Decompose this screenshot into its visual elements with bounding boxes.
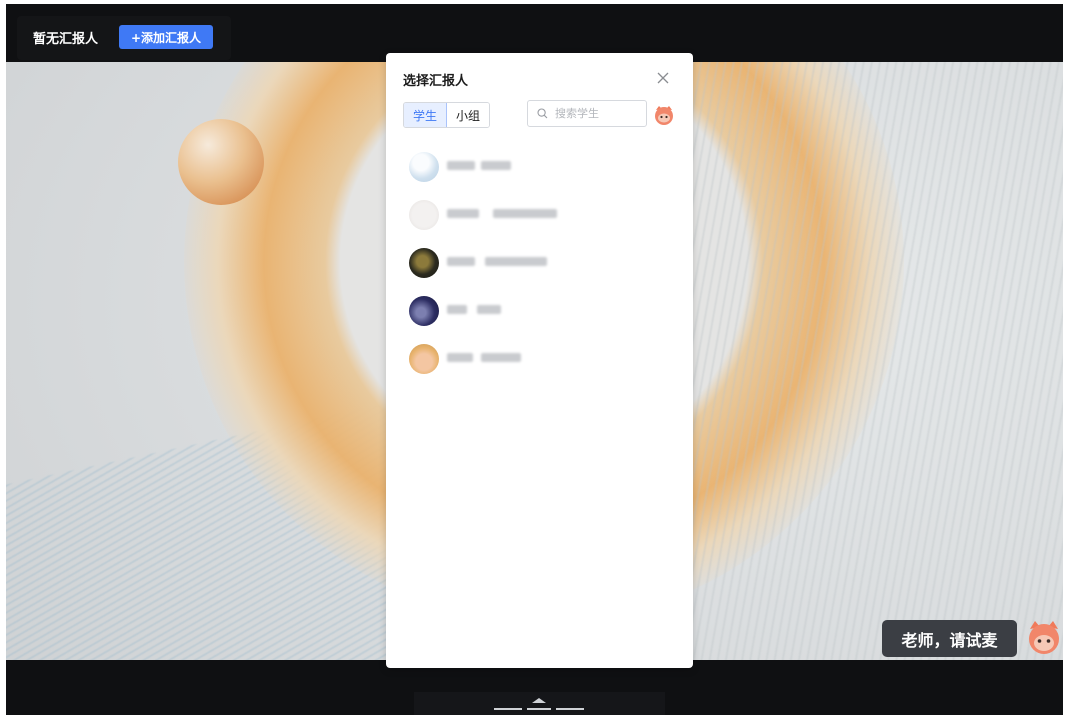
student-list-item[interactable]: [409, 287, 679, 335]
tab-groups[interactable]: 小组: [447, 103, 489, 127]
avatar: [409, 248, 439, 278]
search-icon: [537, 108, 548, 119]
student-list-item[interactable]: [409, 335, 679, 383]
student-list-item[interactable]: [409, 143, 679, 191]
avatar: [409, 344, 439, 374]
add-reporter-button[interactable]: +添加汇报人: [119, 25, 213, 49]
reporter-bar: 暂无汇报人 +添加汇报人: [17, 16, 231, 60]
avatar: [409, 152, 439, 182]
teacher-try-mic-button[interactable]: 老师，请试麦: [882, 620, 1017, 657]
reporter-type-tabs: 学生 小组: [403, 102, 490, 128]
student-list-item[interactable]: [409, 191, 679, 239]
search-input[interactable]: [553, 106, 637, 121]
student-name: [447, 209, 567, 221]
student-list-item[interactable]: [409, 239, 679, 287]
student-name: [447, 305, 527, 317]
chevron-up-icon[interactable]: [414, 692, 665, 715]
student-list: [409, 143, 679, 383]
tab-students[interactable]: 学生: [404, 103, 447, 127]
decorative-sphere: [178, 119, 264, 205]
avatar: [409, 200, 439, 230]
mascot-icon[interactable]: [1025, 617, 1063, 657]
no-reporter-label: 暂无汇报人: [33, 32, 99, 47]
student-name: [447, 353, 547, 365]
student-name: [447, 257, 567, 269]
student-name: [447, 161, 557, 173]
close-icon[interactable]: [654, 69, 672, 87]
dialog-title: 选择汇报人: [403, 74, 469, 89]
avatar: [409, 296, 439, 326]
mascot-icon: [655, 106, 673, 125]
student-search-box[interactable]: [527, 100, 647, 127]
bottom-toolbar-handle[interactable]: [414, 692, 665, 715]
select-reporter-dialog: 选择汇报人 学生 小组: [386, 53, 693, 668]
